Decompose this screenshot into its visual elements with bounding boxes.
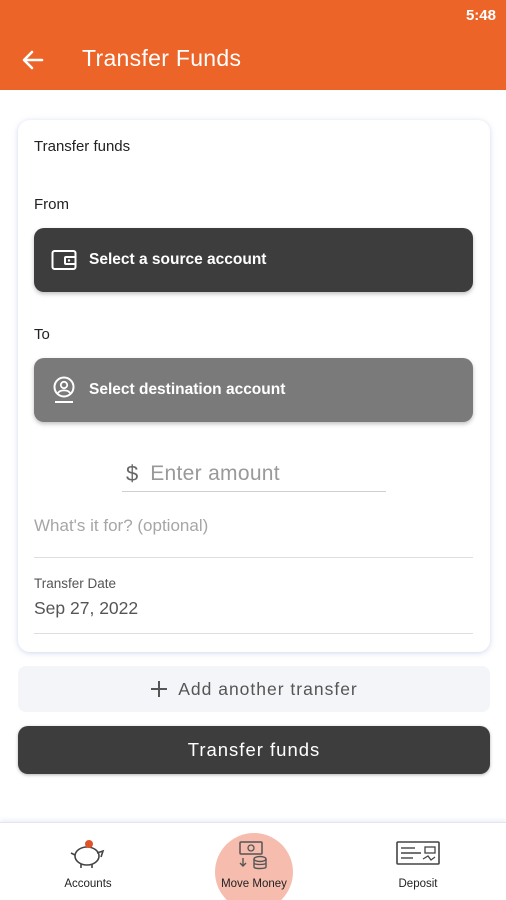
- card-title: Transfer funds: [34, 138, 131, 155]
- transfer-date-label: Transfer Date: [34, 576, 117, 591]
- dollar-icon: $: [126, 460, 139, 486]
- nav-label-deposit: Deposit: [398, 878, 438, 890]
- add-another-transfer-button[interactable]: Add another transfer: [18, 666, 490, 712]
- amount-input[interactable]: $ Enter amount: [122, 456, 386, 492]
- piggy-bank-icon: [70, 839, 106, 874]
- to-label: To: [34, 326, 50, 343]
- plus-icon: [151, 681, 168, 697]
- transfer-date-field[interactable]: Transfer Date Sep 27, 2022: [34, 576, 473, 634]
- nav-label-accounts: Accounts: [64, 878, 112, 890]
- select-source-account-button[interactable]: Select a source account: [34, 228, 473, 292]
- page-title: Transfer Funds: [82, 45, 242, 71]
- transfer-date-value: Sep 27, 2022: [34, 598, 139, 618]
- destination-account-label: Select destination account: [89, 381, 286, 398]
- wallet-icon: [51, 247, 77, 273]
- source-account-label: Select a source account: [89, 251, 267, 268]
- app-header: 5:48 Transfer Funds: [0, 0, 506, 90]
- nav-item-move-money[interactable]: Move Money: [179, 823, 329, 900]
- transfer-funds-button[interactable]: Transfer funds: [18, 726, 490, 774]
- nav-item-accounts[interactable]: Accounts: [13, 823, 163, 900]
- main-content: Transfer funds From Select a source acco…: [0, 90, 506, 822]
- from-label: From: [34, 196, 69, 213]
- add-another-transfer-label: Add another transfer: [178, 678, 358, 699]
- amount-placeholder: Enter amount: [150, 461, 280, 485]
- nav-label-move-money: Move Money: [221, 878, 287, 890]
- status-time: 5:48: [465, 7, 496, 24]
- memo-placeholder: What's it for? (optional): [34, 516, 209, 535]
- memo-input[interactable]: What's it for? (optional): [34, 516, 473, 558]
- arrow-left-icon: [22, 50, 44, 70]
- select-destination-account-button[interactable]: Select destination account: [34, 358, 473, 422]
- bottom-nav: Accounts Move Money Deposit: [0, 822, 506, 900]
- nav-item-deposit[interactable]: Deposit: [343, 823, 493, 900]
- transfer-form-card: Transfer funds From Select a source acco…: [18, 120, 490, 652]
- user-circle-icon: [51, 376, 77, 403]
- money-transfer-icon: [237, 839, 271, 876]
- back-button[interactable]: [18, 45, 48, 75]
- check-deposit-icon: [395, 839, 441, 872]
